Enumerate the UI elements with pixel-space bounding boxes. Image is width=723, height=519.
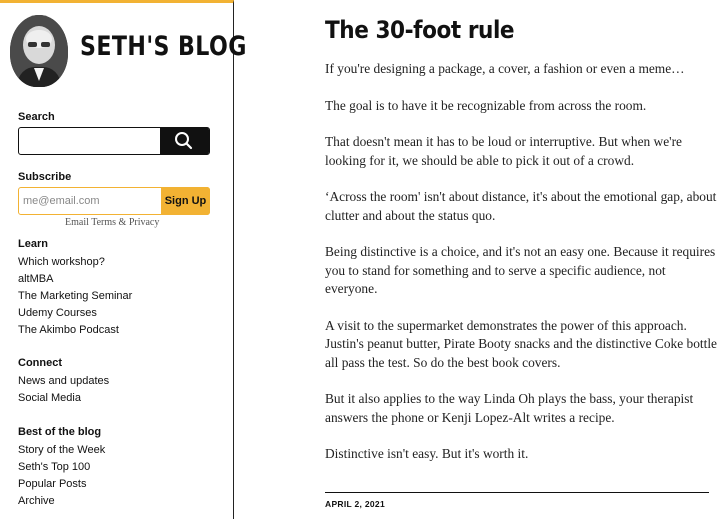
paragraph: But it also applies to the way Linda Oh … — [325, 391, 694, 425]
nav-item-akimbo-podcast[interactable]: The Akimbo Podcast — [18, 322, 218, 339]
subscribe-form: Sign Up — [18, 187, 210, 215]
search-form — [18, 127, 210, 155]
nav-item-archive[interactable]: Archive — [18, 493, 218, 510]
post-date[interactable]: APRIL 2, 2021 — [325, 499, 385, 509]
nav-item-altmba[interactable]: altMBA — [18, 271, 218, 288]
nav-item-news-updates[interactable]: News and updates — [18, 373, 218, 390]
nav-item-which-workshop[interactable]: Which workshop? — [18, 254, 218, 271]
paragraph: If you're designing a package, a cover, … — [325, 61, 685, 76]
author-avatar — [10, 15, 68, 87]
section-heading: Best of the blog — [18, 426, 102, 438]
paragraph: That doesn't mean it has to be loud or i… — [325, 134, 682, 168]
email-field[interactable] — [19, 188, 165, 213]
email-terms-link[interactable]: Email Terms & Privacy — [65, 217, 159, 228]
search-button[interactable] — [160, 127, 209, 155]
nav-item-top-100[interactable]: Seth's Top 100 — [18, 459, 218, 476]
nav-item-marketing-seminar[interactable]: The Marketing Seminar — [18, 288, 218, 305]
paragraph: ‘Across the room' isn't about distance, … — [325, 189, 717, 223]
search-input[interactable] — [19, 128, 173, 153]
nav-item-udemy-courses[interactable]: Udemy Courses — [18, 305, 218, 322]
nav-item-social-media[interactable]: Social Media — [18, 390, 218, 407]
search-icon — [175, 132, 193, 150]
paragraph: Distinctive isn't easy. But it's worth i… — [325, 446, 529, 461]
paragraph: Being distinctive is a choice, and it's … — [325, 244, 716, 296]
post-title[interactable]: The 30-foot rule — [325, 16, 515, 44]
blog-logo[interactable]: SETH'S BLOG — [10, 15, 246, 90]
sidebar: SETH'S BLOG Search Subscribe Sign Up Ema… — [0, 0, 246, 519]
nav-item-popular-posts[interactable]: Popular Posts — [18, 476, 218, 493]
section-heading: Connect — [18, 357, 62, 369]
blog-title[interactable]: SETH'S BLOG — [80, 31, 247, 62]
post-divider — [325, 492, 709, 493]
subscribe-label: Subscribe — [18, 171, 72, 183]
sign-up-button[interactable]: Sign Up — [161, 187, 210, 215]
post-body: If you're designing a package, a cover, … — [325, 60, 717, 482]
section-heading: Learn — [18, 238, 48, 250]
nav-item-story-of-week[interactable]: Story of the Week — [18, 442, 218, 459]
search-label: Search — [18, 111, 55, 123]
learn-section: Learn Which workshop? altMBA The Marketi… — [18, 238, 218, 339]
connect-section: Connect News and updates Social Media — [18, 357, 218, 407]
paragraph: The goal is to have it be recognizable f… — [325, 97, 647, 113]
best-of-blog-section: Best of the blog Story of the Week Seth'… — [18, 426, 218, 510]
paragraph: A visit to the supermarket demonstrates … — [325, 317, 718, 370]
